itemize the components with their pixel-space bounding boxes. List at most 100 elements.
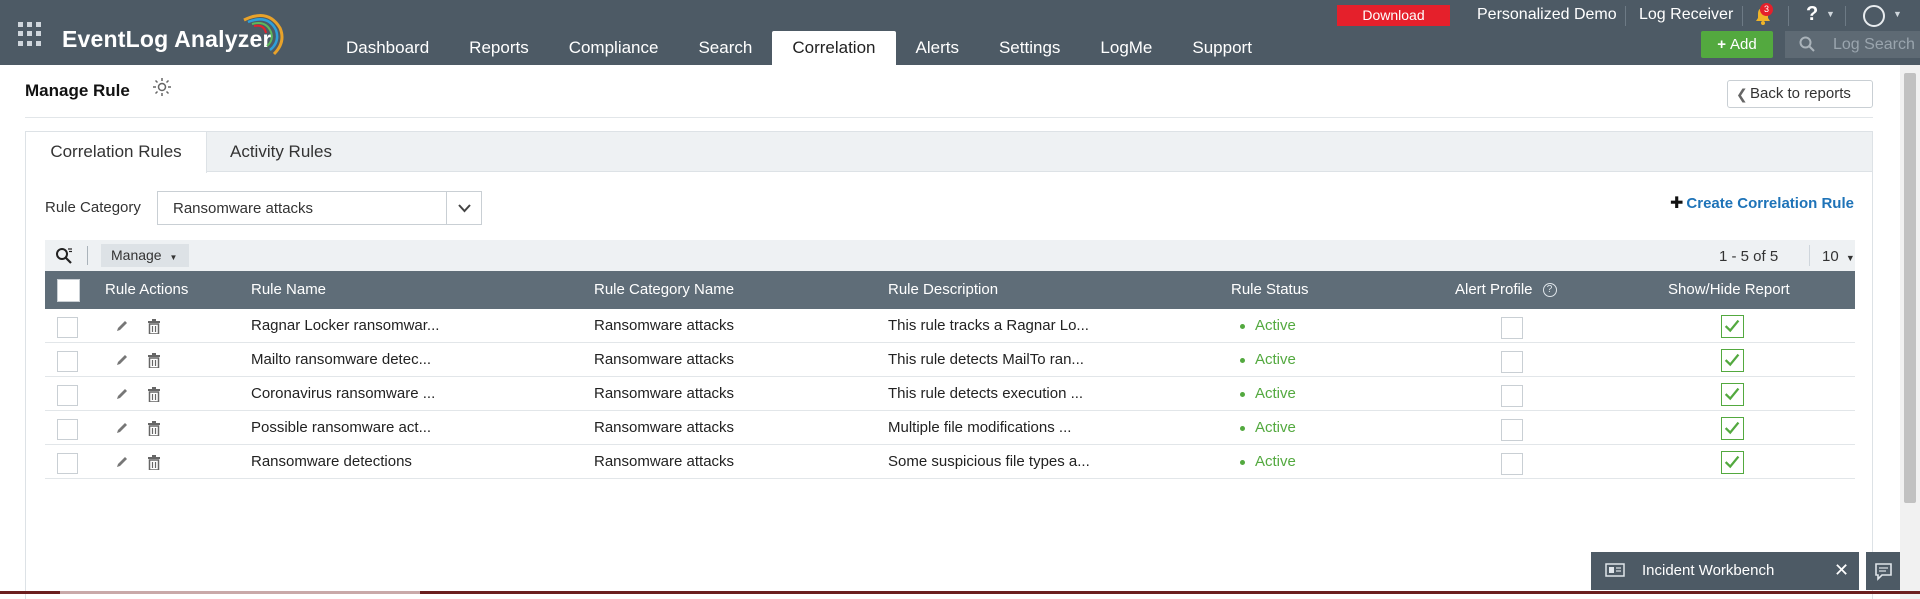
edit-icon[interactable] — [115, 421, 129, 435]
table-row: Ragnar Locker ransomwar... Ransomware at… — [45, 309, 1855, 343]
trash-icon[interactable] — [147, 353, 161, 368]
main-nav: Dashboard Reports Compliance Search Corr… — [326, 31, 1272, 65]
create-correlation-rule-link[interactable]: ✚ Create Correlation Rule — [1670, 193, 1854, 213]
rule-status-cell: Active — [1240, 377, 1296, 411]
nav-correlation[interactable]: Correlation — [772, 31, 896, 65]
status-dot-icon — [1240, 425, 1245, 431]
user-icon[interactable] — [1863, 5, 1885, 27]
tab-correlation-rules[interactable]: Correlation Rules — [26, 132, 207, 173]
chat-icon — [1875, 563, 1892, 581]
rule-status-label: Active — [1255, 419, 1296, 436]
chevron-down-icon[interactable]: ▼ — [1893, 9, 1902, 19]
row-checkbox[interactable] — [57, 453, 78, 474]
show-report-checkbox[interactable] — [1721, 315, 1744, 338]
edit-icon[interactable] — [115, 353, 129, 367]
scrollbar-thumb[interactable] — [1904, 73, 1916, 503]
manage-label: Manage — [111, 247, 162, 263]
filter-search-icon[interactable] — [55, 247, 73, 265]
rule-category-value: Ransomware attacks — [173, 200, 314, 217]
rule-status-cell: Active — [1240, 411, 1296, 445]
table-row: Ransomware detections Ransomware attacks… — [45, 445, 1855, 479]
top-separator — [1845, 6, 1846, 26]
incident-workbench-bar[interactable]: Incident Workbench ✕ — [1591, 552, 1859, 590]
help-icon[interactable]: ? — [1542, 283, 1557, 298]
alert-profile-checkbox[interactable] — [1501, 419, 1523, 441]
column-header-rule-description[interactable]: Rule Description — [888, 271, 998, 309]
rule-name-cell[interactable]: Mailto ransomware detec... — [251, 343, 431, 377]
back-to-reports-button[interactable]: ❮ Back to reports — [1727, 80, 1873, 108]
row-checkbox[interactable] — [57, 419, 78, 440]
add-button-label: Add — [1730, 36, 1757, 53]
manage-dropdown[interactable]: Manage ▼ — [101, 244, 189, 267]
select-all-checkbox[interactable] — [57, 279, 80, 302]
workbench-icon — [1605, 563, 1625, 577]
toolbar-separator — [1809, 245, 1810, 266]
nav-reports[interactable]: Reports — [449, 31, 549, 65]
rule-description-cell: This rule tracks a Ragnar Lo... — [888, 317, 1089, 334]
show-report-checkbox[interactable] — [1721, 383, 1744, 406]
nav-settings[interactable]: Settings — [979, 31, 1080, 65]
help-icon[interactable]: ? — [1806, 3, 1818, 26]
check-icon — [1724, 421, 1740, 435]
chevron-down-icon[interactable]: ▼ — [1826, 9, 1835, 19]
check-icon — [1724, 353, 1740, 367]
close-icon[interactable]: ✕ — [1834, 560, 1849, 581]
column-header-rule-status[interactable]: Rule Status — [1231, 271, 1309, 309]
show-report-checkbox[interactable] — [1721, 349, 1744, 372]
edit-icon[interactable] — [115, 387, 129, 401]
check-icon — [1724, 319, 1740, 333]
create-correlation-rule-label: Create Correlation Rule — [1686, 195, 1854, 212]
nav-logme[interactable]: LogMe — [1080, 31, 1172, 65]
trash-icon[interactable] — [147, 455, 161, 470]
edit-icon[interactable] — [115, 319, 129, 333]
download-button[interactable]: Download — [1337, 5, 1450, 26]
tab-activity-rules[interactable]: Activity Rules — [207, 132, 355, 173]
column-header-alert-profile[interactable]: Alert Profile? — [1455, 271, 1557, 309]
table-row: Coronavirus ransomware ... Ransomware at… — [45, 377, 1855, 411]
alert-profile-checkbox[interactable] — [1501, 351, 1523, 373]
trash-icon[interactable] — [147, 421, 161, 436]
nav-dashboard[interactable]: Dashboard — [326, 31, 449, 65]
nav-alerts[interactable]: Alerts — [896, 31, 979, 65]
rule-name-cell[interactable]: Ransomware detections — [251, 445, 412, 479]
column-header-show-hide-report[interactable]: Show/Hide Report — [1668, 271, 1790, 309]
row-checkbox[interactable] — [57, 351, 78, 372]
page-size-value: 10 — [1822, 248, 1839, 265]
nav-compliance[interactable]: Compliance — [549, 31, 679, 65]
back-to-reports-label: Back to reports — [1750, 85, 1851, 102]
add-button[interactable]: + Add — [1701, 31, 1773, 58]
rule-category-cell: Ransomware attacks — [594, 419, 735, 436]
trash-icon[interactable] — [147, 319, 161, 334]
column-header-rule-category-name[interactable]: Rule Category Name — [594, 271, 734, 309]
trash-icon[interactable] — [147, 387, 161, 402]
alert-profile-checkbox[interactable] — [1501, 317, 1523, 339]
bulb-icon[interactable] — [152, 77, 172, 97]
show-report-checkbox[interactable] — [1721, 451, 1744, 474]
chat-button[interactable] — [1866, 552, 1900, 590]
table-header: Rule Actions Rule Name Rule Category Nam… — [45, 271, 1855, 309]
page-size-select[interactable]: 10 ▼ — [1822, 248, 1855, 265]
rule-category-dropdown-button[interactable] — [446, 192, 481, 224]
row-checkbox[interactable] — [57, 317, 78, 338]
vertical-scrollbar[interactable] — [1900, 65, 1920, 599]
rule-name-cell[interactable]: Coronavirus ransomware ... — [251, 377, 435, 411]
alert-profile-checkbox[interactable] — [1501, 453, 1523, 475]
rule-name-cell[interactable]: Ragnar Locker ransomwar... — [251, 309, 439, 343]
apps-grid-icon[interactable] — [18, 22, 42, 46]
rule-name-cell[interactable]: Possible ransomware act... — [251, 411, 431, 445]
nav-search[interactable]: Search — [678, 31, 772, 65]
edit-icon[interactable] — [115, 455, 129, 469]
alert-profile-checkbox[interactable] — [1501, 385, 1523, 407]
pagination-info: 1 - 5 of 5 — [1719, 248, 1779, 265]
show-report-checkbox[interactable] — [1721, 417, 1744, 440]
nav-support[interactable]: Support — [1172, 31, 1272, 65]
log-search-input[interactable]: Log Search — [1785, 31, 1920, 58]
rule-description-cell: This rule detects MailTo ran... — [888, 351, 1084, 368]
rule-category-label: Rule Category — [45, 199, 141, 216]
row-checkbox[interactable] — [57, 385, 78, 406]
rule-category-select[interactable]: Ransomware attacks — [157, 191, 482, 225]
column-header-rule-name[interactable]: Rule Name — [251, 271, 326, 309]
column-header-rule-actions[interactable]: Rule Actions — [105, 271, 188, 309]
log-receiver-link[interactable]: Log Receiver — [1639, 6, 1733, 24]
personalized-demo-link[interactable]: Personalized Demo — [1477, 6, 1617, 24]
